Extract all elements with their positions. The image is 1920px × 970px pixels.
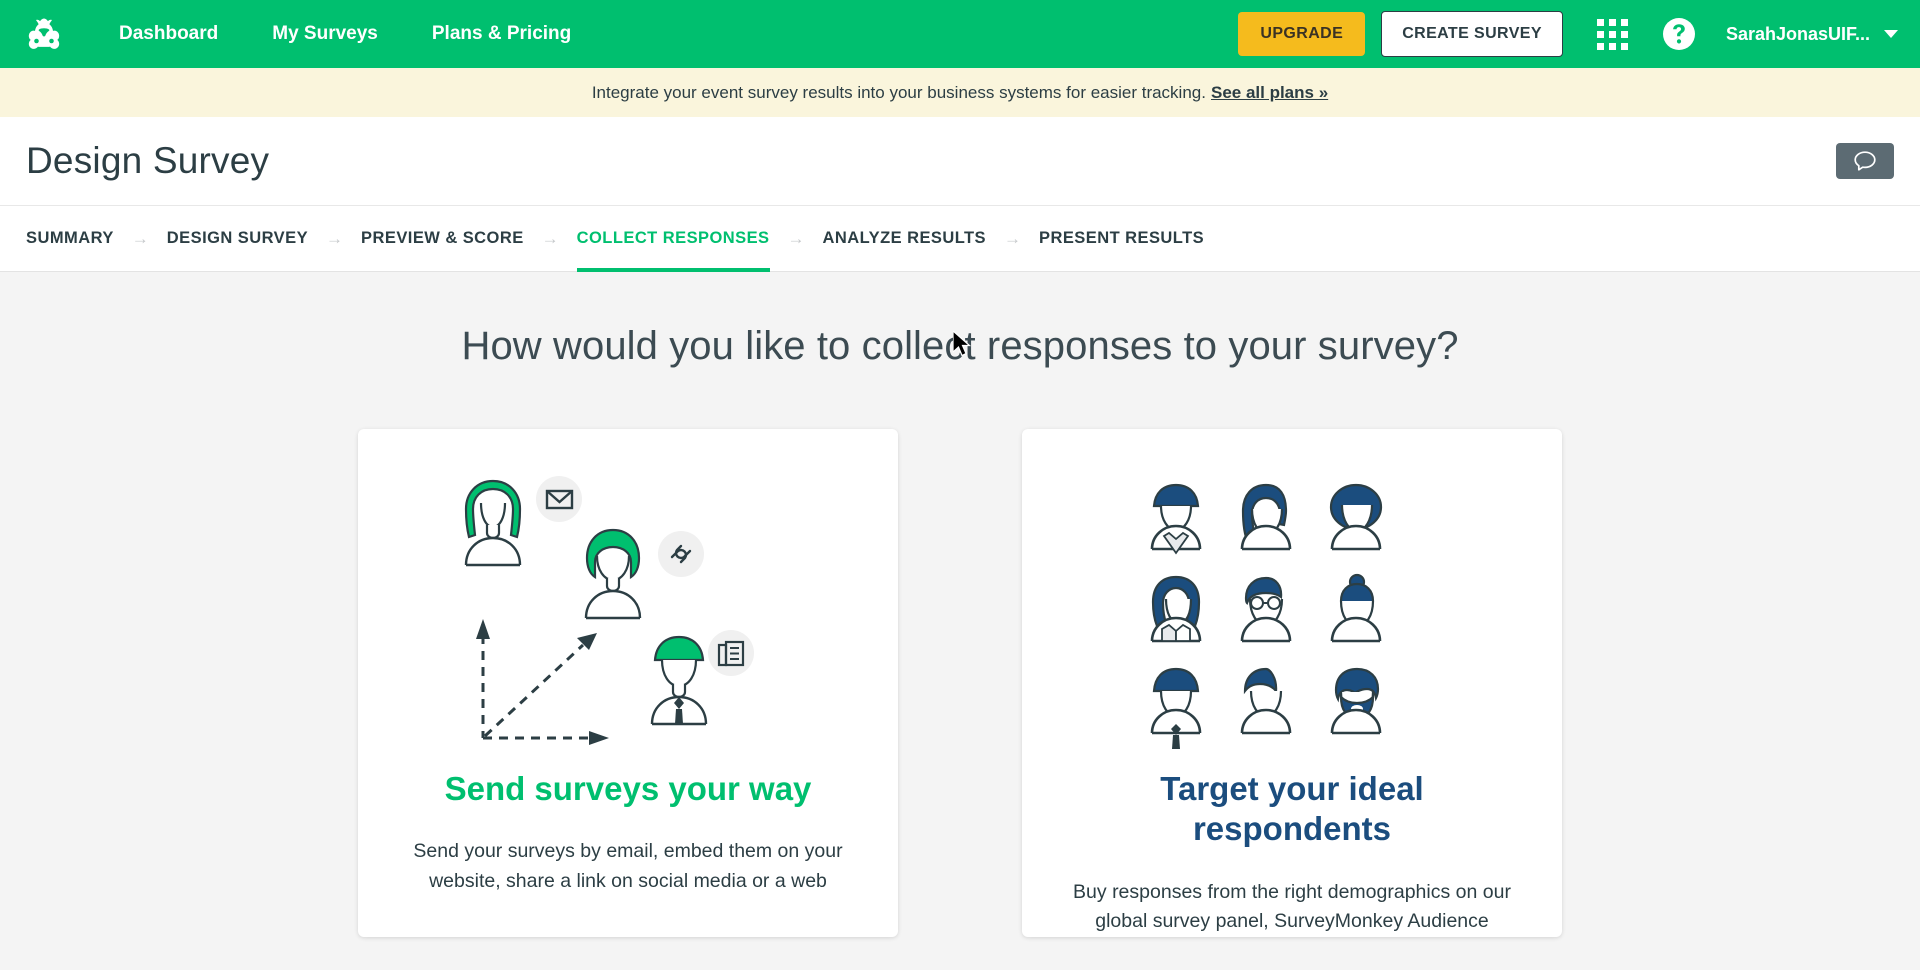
tab-preview-score[interactable]: PREVIEW & SCORE [361, 206, 524, 272]
nav-link-my-surveys[interactable]: My Surveys [245, 23, 405, 45]
surveymonkey-logo-icon[interactable] [22, 12, 66, 56]
speech-bubble-icon [1854, 151, 1876, 171]
tab-arrow-icon: → [131, 228, 149, 248]
page-title: Design Survey [26, 140, 270, 181]
promo-banner-text: Integrate your event survey results into… [591, 82, 1206, 102]
see-all-plans-link[interactable]: See all plans » [1211, 83, 1328, 103]
tab-arrow-icon: → [787, 228, 805, 248]
respondent-avatars-illustration [1062, 465, 1522, 765]
tab-present-results[interactable]: PRESENT RESULTS [1039, 206, 1204, 272]
promo-banner: Integrate your event survey results into… [0, 68, 1920, 117]
tab-arrow-icon: → [326, 228, 344, 248]
tab-analyze-results[interactable]: ANALYZE RESULTS [823, 206, 987, 272]
nav-link-plans-pricing[interactable]: Plans & Pricing [405, 23, 598, 45]
feedback-chat-button[interactable] [1836, 143, 1894, 179]
upgrade-button[interactable]: UPGRADE [1238, 12, 1366, 56]
grid-apps-icon[interactable] [1596, 18, 1628, 50]
user-menu[interactable]: SarahJonasUIF... [1726, 24, 1898, 45]
tab-summary[interactable]: SUMMARY [26, 206, 114, 272]
main-content: How would you like to collect responses … [0, 272, 1920, 970]
card-target-respondents[interactable]: Target your ideal respondents Buy respon… [1022, 429, 1562, 937]
card-title: Target your ideal respondents [1160, 770, 1424, 848]
page-title-bar: Design Survey [0, 117, 1920, 206]
help-circle-icon[interactable] [1662, 17, 1696, 51]
survey-step-tabs: SUMMARY → DESIGN SURVEY → PREVIEW & SCOR… [0, 206, 1920, 272]
send-surveys-illustration [398, 465, 858, 765]
collect-option-cards: Send surveys your way Send your surveys … [0, 429, 1920, 937]
user-name-label: SarahJonasUIF... [1725, 23, 1870, 44]
tab-collect-responses[interactable]: COLLECT RESPONSES [576, 206, 770, 272]
primary-nav-links: Dashboard My Surveys Plans & Pricing [92, 23, 598, 45]
card-send-surveys[interactable]: Send surveys your way Send your surveys … [358, 429, 898, 937]
tab-arrow-icon: → [541, 228, 559, 248]
tab-design-survey[interactable]: DESIGN SURVEY [167, 206, 308, 272]
card-title: Send surveys your way [444, 770, 812, 807]
tab-arrow-icon: → [1004, 228, 1022, 248]
page-headline: How would you like to collect responses … [461, 324, 1459, 368]
top-navigation-bar: Dashboard My Surveys Plans & Pricing UPG… [0, 0, 1920, 68]
card-description: Send your surveys by email, embed them o… [413, 840, 843, 892]
create-survey-button[interactable]: CREATE SURVEY [1381, 11, 1563, 57]
card-description: Buy responses from the right demographic… [1073, 880, 1511, 933]
nav-link-dashboard[interactable]: Dashboard [92, 23, 245, 45]
chevron-down-icon [1884, 30, 1898, 38]
